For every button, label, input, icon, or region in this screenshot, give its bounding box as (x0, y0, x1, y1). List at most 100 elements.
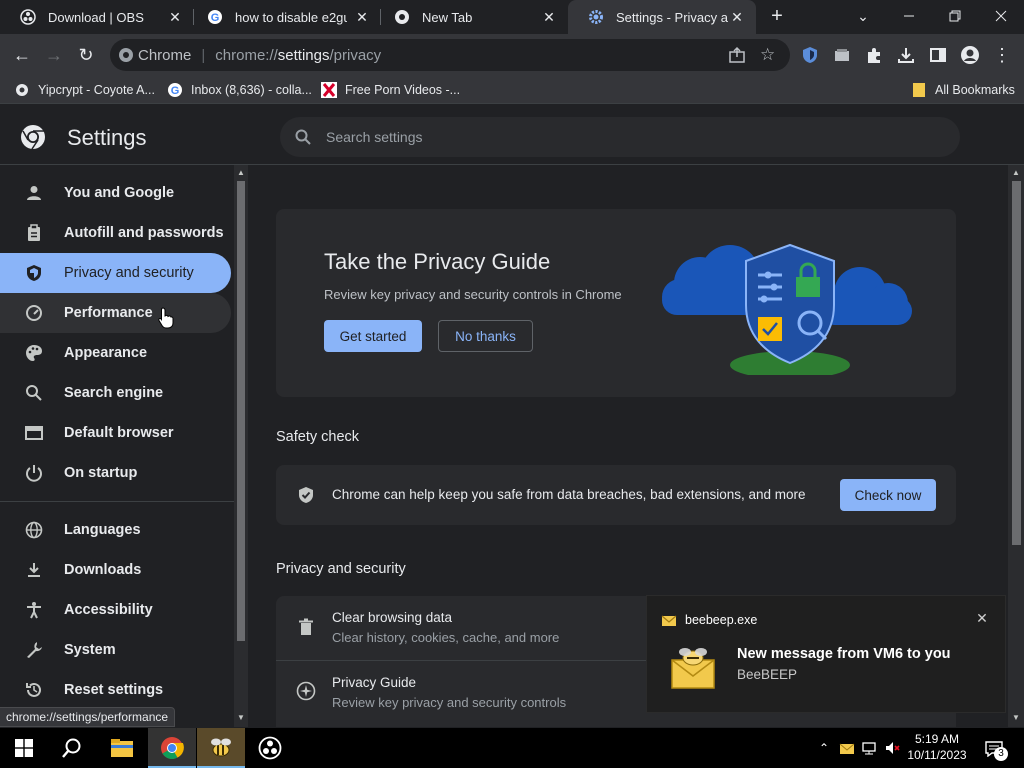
tab-new-tab[interactable]: New Tab ✕ (374, 0, 568, 34)
tab-google-search[interactable]: G how to disable e2guardian ✕ (187, 0, 381, 34)
scroll-down-icon[interactable]: ▼ (236, 713, 246, 723)
browser-window-icon (24, 423, 44, 443)
tray-beebeep-icon[interactable] (838, 738, 856, 758)
google-icon: G (167, 82, 183, 98)
sidebar-item-search-engine[interactable]: Search engine (0, 373, 231, 413)
bookmark-item[interactable]: Free Porn Videos -... (321, 81, 460, 99)
taskbar-file-explorer[interactable] (98, 728, 146, 768)
reload-icon[interactable]: ↻ (74, 43, 98, 67)
star-icon[interactable]: ☆ (760, 45, 775, 65)
sidebar-item-on-startup[interactable]: On startup (0, 453, 231, 493)
sidebar-item-autofill[interactable]: Autofill and passwords (0, 213, 231, 253)
no-thanks-button[interactable]: No thanks (438, 320, 533, 352)
folder-icon (111, 739, 133, 757)
side-panel-icon[interactable] (926, 43, 950, 67)
extensions-puzzle-icon[interactable] (862, 43, 886, 67)
close-icon[interactable]: ✕ (166, 8, 184, 26)
search-settings-box[interactable] (280, 117, 960, 157)
sidebar-item-downloads[interactable]: Downloads (0, 550, 231, 590)
taskbar-search-button[interactable] (48, 728, 96, 768)
all-bookmarks[interactable]: All Bookmarks (911, 81, 1015, 99)
tab-settings[interactable]: Settings - Privacy and security ✕ (568, 0, 756, 34)
bookmark-item[interactable]: G Inbox (8,636) - colla... (167, 81, 312, 99)
close-icon[interactable]: ✕ (353, 8, 371, 26)
browser-toolbar: ← → ↻ Chrome | chrome:// settings /priva… (0, 34, 1024, 76)
tray-overflow-chevron-icon[interactable]: ⌃ (815, 738, 833, 758)
back-icon[interactable]: ← (10, 43, 34, 67)
search-input[interactable] (326, 129, 886, 145)
share-icon[interactable] (728, 46, 746, 68)
close-icon[interactable]: ✕ (973, 610, 991, 628)
notification-title: New message from VM6 to you (737, 646, 951, 662)
address-bar[interactable]: Chrome | chrome:// settings /privacy ☆ (110, 39, 790, 71)
sidebar-item-label: Downloads (64, 562, 142, 578)
sidebar-scroll-thumb[interactable] (237, 181, 245, 641)
sidebar-item-appearance[interactable]: Appearance (0, 333, 231, 373)
bookmark-item[interactable]: Yipcrypt - Coyote A... (14, 81, 155, 99)
chrome-icon (394, 9, 410, 25)
sidebar-item-label: Privacy and security (64, 265, 194, 281)
person-icon (24, 183, 44, 203)
sidebar-item-accessibility[interactable]: Accessibility (0, 590, 231, 630)
check-now-button[interactable]: Check now (840, 479, 936, 511)
sidebar-item-languages[interactable]: Languages (0, 510, 231, 550)
taskbar-beebeep[interactable] (197, 728, 245, 768)
url-path: /privacy (329, 46, 382, 64)
main-scrollbar[interactable]: ▲ ▼ (1008, 165, 1024, 727)
sidebar-item-privacy-and-security[interactable]: Privacy and security (0, 253, 231, 293)
scroll-up-icon[interactable]: ▲ (1011, 168, 1021, 178)
sidebar-scrollbar[interactable]: ▲ ▼ (234, 165, 248, 727)
chrome-icon (161, 737, 184, 759)
menu-kebab-icon[interactable]: ⋮ (990, 43, 1014, 67)
sidebar-item-you-and-google[interactable]: You and Google (0, 173, 231, 213)
extension-shield-icon[interactable] (798, 43, 822, 67)
sidebar-item-label: Default browser (64, 425, 174, 441)
tab-search-chevron-icon[interactable]: ⌄ (849, 4, 877, 28)
tab-obs[interactable]: Download | OBS ✕ (0, 0, 194, 34)
close-icon[interactable]: ✕ (540, 8, 558, 26)
bookmark-label: Yipcrypt - Coyote A... (38, 83, 155, 97)
start-button[interactable] (0, 728, 48, 768)
forward-icon[interactable]: → (42, 43, 66, 67)
obs-icon (258, 736, 282, 760)
all-bookmarks-label: All Bookmarks (935, 83, 1015, 97)
folder-icon (911, 82, 927, 98)
screen: Download | OBS ✕ G how to disable e2guar… (0, 0, 1024, 768)
get-started-button[interactable]: Get started (324, 320, 422, 352)
hand-cursor-icon (158, 307, 174, 329)
taskbar-chrome[interactable] (148, 728, 196, 768)
scroll-down-icon[interactable]: ▼ (1011, 713, 1021, 723)
settings-header: Settings (0, 109, 1024, 165)
profile-avatar-icon[interactable] (958, 43, 982, 67)
minimize-button[interactable] (895, 4, 923, 28)
taskbar-clock[interactable]: 5:19 AM 10/11/2023 (905, 731, 969, 763)
tab-title: how to disable e2guardian (235, 9, 347, 25)
sidebar-item-default-browser[interactable]: Default browser (0, 413, 231, 453)
sidebar-item-performance[interactable]: Performance (0, 293, 231, 333)
bookmark-label: Free Porn Videos -... (345, 83, 461, 97)
sidebar-item-label: Appearance (64, 345, 148, 361)
tab-title: Download | OBS (48, 9, 144, 25)
close-window-button[interactable] (987, 4, 1015, 28)
url-scheme: chrome:// (215, 46, 278, 64)
notification-body: BeeBEEP (737, 667, 798, 682)
taskbar-obs[interactable] (246, 728, 294, 768)
obs-icon (20, 9, 36, 25)
main-scroll-thumb[interactable] (1012, 181, 1021, 545)
sidebar-item-reset-settings[interactable]: Reset settings (0, 670, 231, 710)
scroll-up-icon[interactable]: ▲ (236, 168, 246, 178)
network-icon[interactable] (861, 738, 879, 758)
wrench-icon (24, 640, 44, 660)
download-icon[interactable] (894, 43, 918, 67)
page-title: Settings (67, 125, 147, 150)
site-label: Chrome (138, 46, 192, 64)
sidebar-item-system[interactable]: System (0, 630, 231, 670)
close-icon[interactable]: ✕ (728, 8, 746, 26)
restore-button[interactable] (941, 4, 969, 28)
chrome-icon (118, 47, 134, 67)
new-tab-button[interactable]: + (766, 6, 788, 28)
accessibility-icon (24, 600, 44, 620)
volume-muted-icon[interactable] (884, 738, 902, 758)
notification-toast[interactable]: beebeep.exe ✕ New message from VM6 to yo… (646, 595, 1006, 713)
extension-box-icon[interactable] (830, 43, 854, 67)
